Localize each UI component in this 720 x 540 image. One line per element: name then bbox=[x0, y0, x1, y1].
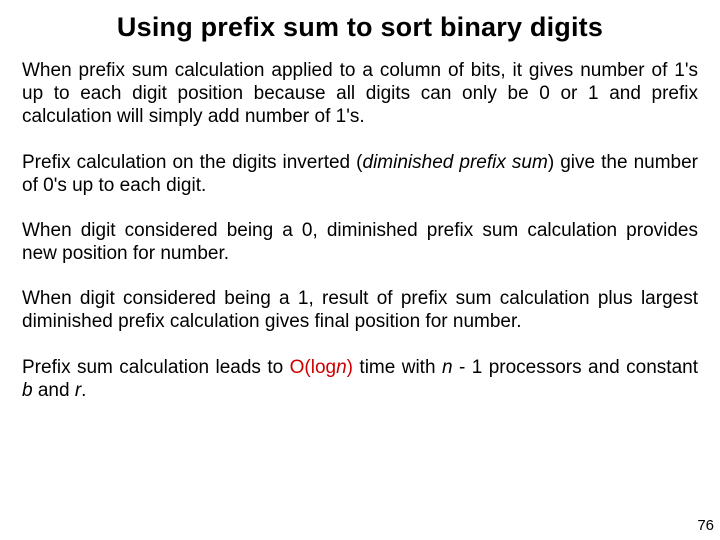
paragraph-1: When prefix sum calculation applied to a… bbox=[22, 59, 698, 129]
page-number: 76 bbox=[697, 517, 714, 534]
slide: Using prefix sum to sort binary digits W… bbox=[0, 0, 720, 540]
p2-text-b-italic: diminished prefix sum bbox=[363, 152, 548, 173]
p5-bigO-n: n bbox=[336, 357, 347, 378]
p5-text-a: Prefix sum calculation leads to bbox=[22, 357, 290, 378]
p5-text-e: time with bbox=[353, 357, 442, 378]
p5-text-g: - 1 processors and constant bbox=[453, 357, 698, 378]
p2-text-a: Prefix calculation on the digits inverte… bbox=[22, 152, 363, 173]
paragraph-3: When digit considered being a 0, diminis… bbox=[22, 219, 698, 265]
slide-title: Using prefix sum to sort binary digits bbox=[22, 12, 698, 43]
p5-var-b: b bbox=[22, 380, 33, 401]
p5-bigO-prefix: O(log bbox=[290, 357, 336, 378]
paragraph-4: When digit considered being a 1, result … bbox=[22, 287, 698, 333]
p5-text-k: . bbox=[81, 380, 86, 401]
paragraph-5: Prefix sum calculation leads to O(logn) … bbox=[22, 356, 698, 402]
paragraph-2: Prefix calculation on the digits inverte… bbox=[22, 151, 698, 197]
p5-var-n: n bbox=[442, 357, 453, 378]
p5-text-i: and bbox=[33, 380, 75, 401]
